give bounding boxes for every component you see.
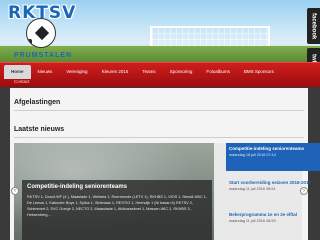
nav-item-bms-sponsors[interactable]: BMS Sponsors [237, 65, 281, 79]
nav-item-fotoalbums[interactable]: Fotoalbums [199, 65, 237, 79]
afgelastingen-heading: Afgelastingen [14, 99, 61, 106]
slide-caption[interactable]: Competitie-indeling seniorenteams RKTSV … [22, 180, 212, 240]
news-item-date: maandag 18 juli 2016 07:14 [229, 153, 276, 157]
twitter-link[interactable]: twitter [307, 48, 320, 62]
football-icon [26, 18, 56, 48]
nav-item-vereniging[interactable]: Vereniging [59, 65, 94, 79]
news-item[interactable]: Competitie-indeling seniorenteams maanda… [226, 143, 320, 171]
news-item[interactable]: Bekerprogramma 1e en 2e elftal maandag 1… [226, 209, 320, 226]
facebook-link[interactable]: facebook [307, 8, 320, 44]
nav-item-kleuren[interactable]: Kleuren 2015 [95, 65, 136, 79]
news-item-title: Competitie-indeling seniorenteams [229, 146, 305, 151]
slide-caption-title: Competitie-indeling seniorenteams [27, 184, 128, 190]
nav-item-nieuws[interactable]: Nieuws [31, 65, 60, 79]
slide-caption-body: RKTSV 1, Dosof-WF (4 ), Maaslade 1, Well… [27, 195, 207, 217]
slider-prev-arrow[interactable]: ‹ [11, 187, 19, 195]
section-divider [14, 110, 304, 111]
news-slider: Competitie-indeling seniorenteams RKTSV … [14, 143, 320, 240]
site-header: RKTSV PRUMSTALEN facebook twitter [0, 0, 320, 62]
nav-item-home[interactable]: Home [4, 65, 31, 79]
news-item-title: Start voorbereiding seizoen 2016-2017 [229, 180, 312, 185]
news-item-date: maandag 11 juli 2016 08:53 [229, 219, 276, 223]
laatste-nieuws-heading: Laatste nieuws [14, 126, 65, 133]
nav-item-contact[interactable]: Contact [14, 79, 30, 84]
nav-item-sponsoring[interactable]: Sponsoring [163, 65, 200, 79]
news-item-title: Bekerprogramma 1e en 2e elftal [229, 212, 298, 217]
club-logo-subtitle: PRUMSTALEN [14, 52, 73, 59]
main-content: Afgelastingen Laatste nieuws Competitie-… [10, 88, 320, 240]
section-divider [14, 137, 304, 138]
slider-next-arrow[interactable]: › [300, 187, 308, 195]
nav-menu: Home Nieuws Vereniging Kleuren 2015 Team… [4, 65, 281, 79]
nav-item-teams[interactable]: Teams [135, 65, 162, 79]
main-navigation: Home Nieuws Vereniging Kleuren 2015 Team… [0, 62, 320, 87]
